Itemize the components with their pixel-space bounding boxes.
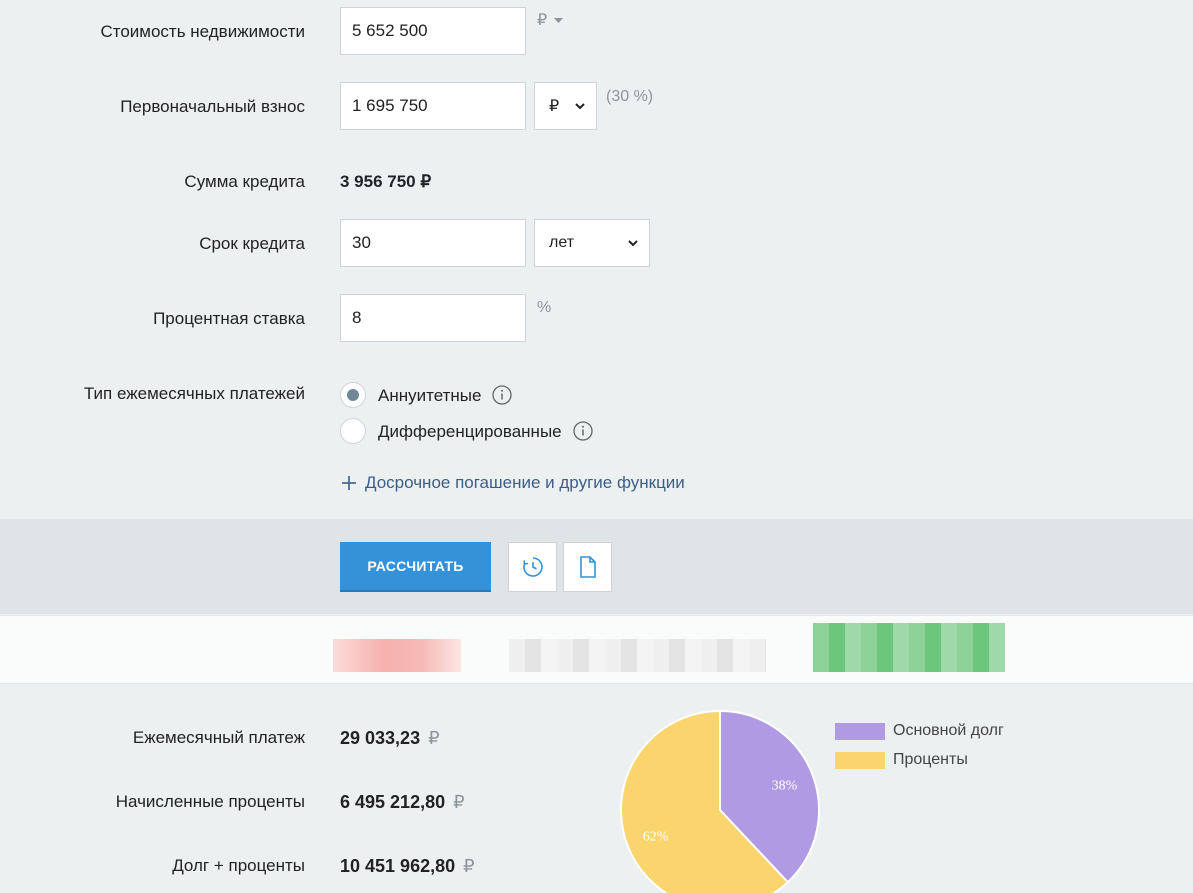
rate-unit: % bbox=[537, 299, 552, 316]
loan-amount-value: 3 956 750 ₽ bbox=[340, 172, 432, 191]
redacted-block-green bbox=[813, 623, 1005, 672]
down-payment-percent: (30 %) bbox=[606, 88, 654, 105]
monthly-payment-label: Ежемесячный платеж bbox=[132, 728, 305, 747]
info-icon[interactable] bbox=[573, 421, 593, 441]
legend-label-interest: Проценты bbox=[893, 751, 968, 768]
down-payment-unit-value: ₽ bbox=[549, 98, 560, 115]
term-input[interactable] bbox=[340, 219, 526, 267]
price-label: Стоимость недвижимости bbox=[100, 22, 305, 41]
down-payment-input[interactable] bbox=[340, 82, 526, 130]
redacted-block-red bbox=[333, 639, 461, 672]
calculate-button[interactable]: РАССЧИТАТЬ bbox=[340, 542, 491, 592]
rate-label: Процентная ставка bbox=[153, 309, 305, 328]
term-label: Срок кредита bbox=[199, 234, 305, 253]
redacted-block-gray bbox=[509, 639, 766, 672]
total-value: 10 451 962,80 ₽ bbox=[340, 856, 475, 877]
info-icon[interactable] bbox=[492, 385, 512, 405]
payment-type-label: Тип ежемесячных платежей bbox=[83, 384, 305, 403]
legend-swatch-interest bbox=[835, 752, 885, 769]
document-icon bbox=[579, 556, 596, 578]
accrued-interest-currency: ₽ bbox=[453, 792, 465, 812]
pie-label-0: 38% bbox=[772, 778, 798, 793]
monthly-payment-value: 29 033,23 ₽ bbox=[340, 728, 440, 749]
total-currency: ₽ bbox=[463, 856, 475, 876]
history-button[interactable] bbox=[508, 542, 557, 592]
payment-structure-pie-chart: 38% 62% bbox=[620, 709, 820, 893]
accrued-interest-label: Начисленные проценты bbox=[115, 792, 305, 811]
radio-differentiated[interactable] bbox=[340, 418, 366, 444]
pie-label-1: 62% bbox=[643, 830, 669, 845]
radio-differentiated-label: Дифференцированные bbox=[378, 422, 562, 441]
price-currency-dropdown[interactable]: ₽ bbox=[537, 10, 563, 30]
clock-icon bbox=[522, 557, 543, 577]
down-payment-label: Первоначальный взнос bbox=[120, 97, 305, 116]
loan-amount-label: Сумма кредита bbox=[184, 172, 305, 191]
legend-label-principal: Основной долг bbox=[893, 722, 1004, 739]
more-functions-label: Досрочное погашение и другие функции bbox=[365, 473, 685, 492]
radio-annuity-label: Аннуитетные bbox=[378, 386, 482, 405]
total-amount: 10 451 962,80 bbox=[340, 856, 456, 876]
caret-down-icon bbox=[553, 17, 563, 23]
monthly-payment-currency: ₽ bbox=[428, 728, 440, 748]
accrued-interest-amount: 6 495 212,80 bbox=[340, 792, 446, 812]
price-currency-label: ₽ bbox=[537, 12, 548, 29]
term-unit-select[interactable]: лет bbox=[534, 219, 650, 267]
price-input[interactable] bbox=[340, 7, 526, 55]
chevron-down-icon bbox=[575, 103, 585, 110]
more-functions-link[interactable]: Досрочное погашение и другие функции bbox=[341, 473, 685, 493]
monthly-payment-amount: 29 033,23 bbox=[340, 728, 421, 748]
accrued-interest-value: 6 495 212,80 ₽ bbox=[340, 792, 465, 813]
term-unit-value: лет bbox=[549, 234, 575, 251]
down-payment-unit-select[interactable]: ₽ bbox=[534, 82, 597, 130]
legend-swatch-principal bbox=[835, 723, 885, 740]
total-label: Долг + проценты bbox=[172, 856, 305, 875]
export-button[interactable] bbox=[563, 542, 612, 592]
plus-icon bbox=[342, 476, 356, 490]
rate-input[interactable] bbox=[340, 294, 526, 342]
radio-annuity[interactable] bbox=[340, 382, 366, 408]
chevron-down-icon bbox=[628, 240, 638, 247]
